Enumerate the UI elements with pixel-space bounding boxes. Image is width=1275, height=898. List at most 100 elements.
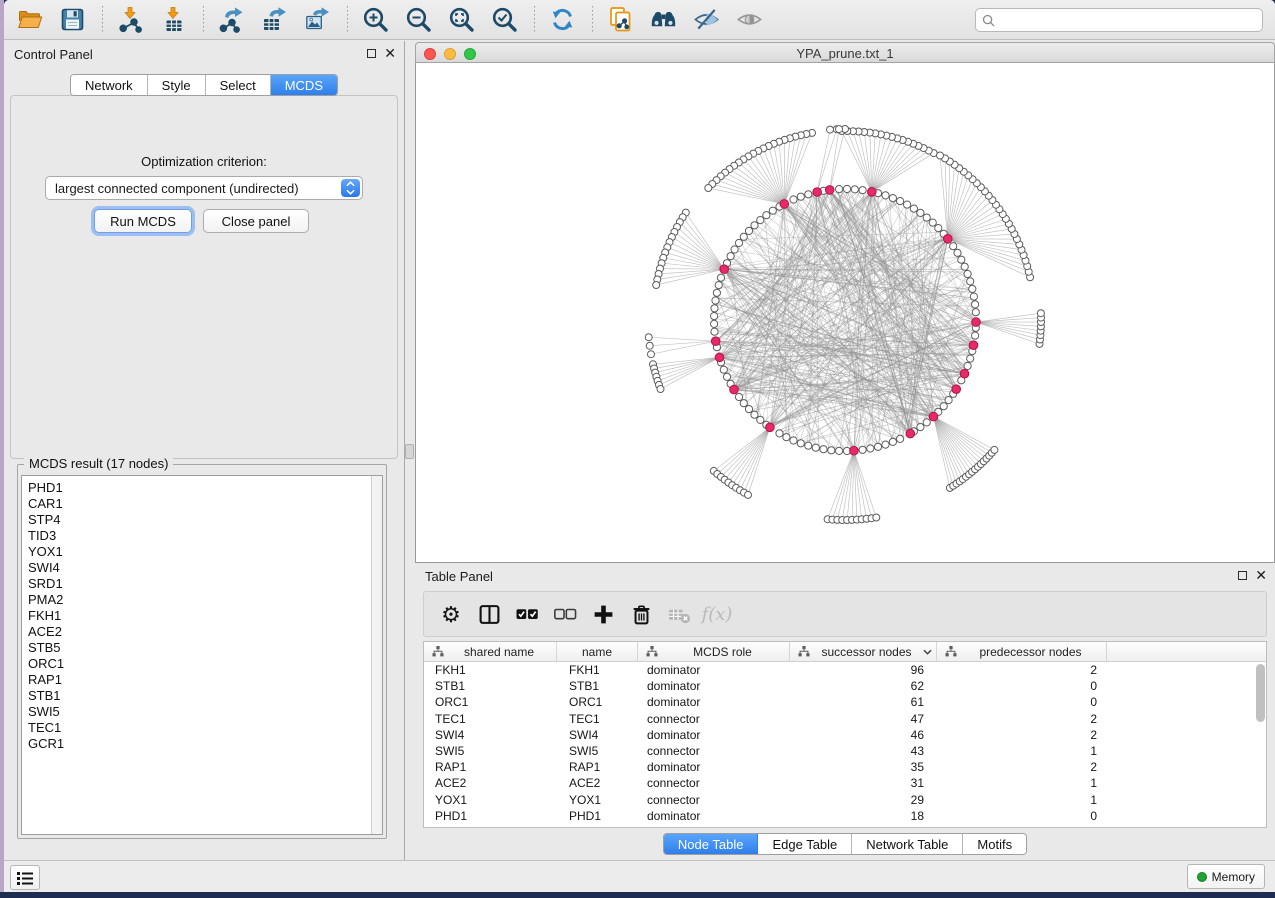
zoom-out-icon (405, 6, 432, 33)
close-panel-button[interactable]: Close panel (203, 209, 309, 233)
table-row[interactable]: FKH1FKH1dominator962 (424, 662, 1266, 678)
first-neighbors-button[interactable] (646, 3, 680, 37)
hide-all-columns-button[interactable] (550, 599, 580, 629)
search-input[interactable] (1000, 13, 1256, 27)
show-all-button[interactable] (732, 3, 766, 37)
column-header-successor-nodes[interactable]: successor nodes (790, 642, 937, 661)
mcds-result-item[interactable]: STP4 (28, 512, 368, 528)
close-panel-icon[interactable]: ✕ (384, 48, 396, 58)
table-row[interactable]: STB1STB1dominator620 (424, 678, 1266, 694)
tab-motifs[interactable]: Motifs (963, 834, 1026, 854)
mcds-result-list[interactable]: PHD1CAR1STP4TID3YOX1SWI4SRD1PMA2FKH1ACE2… (21, 475, 383, 835)
node-table: shared namenameMCDS role successor nodes p… (423, 641, 1267, 828)
save-session-button[interactable] (55, 3, 89, 37)
table-settings-button[interactable]: ⚙ (436, 599, 466, 629)
column-header-MCDS-role[interactable]: MCDS role (638, 642, 790, 661)
float-table-panel-icon[interactable] (1238, 571, 1247, 580)
open-file-button[interactable] (12, 3, 46, 37)
table-cell: 2 (937, 760, 1107, 774)
mcds-result-item[interactable]: TEC1 (28, 720, 368, 736)
splitter-handle-icon[interactable] (405, 444, 414, 459)
optimization-criterion-label: Optimization criterion: (11, 154, 397, 169)
network-canvas[interactable] (415, 63, 1275, 563)
import-table-button[interactable] (156, 3, 190, 37)
mcds-result-item[interactable]: CAR1 (28, 496, 368, 512)
search-box[interactable] (975, 8, 1263, 32)
mcds-result-item[interactable]: SWI4 (28, 560, 368, 576)
table-row[interactable]: YOX1YOX1connector291 (424, 792, 1266, 808)
column-header-name[interactable]: name (557, 642, 638, 661)
tree-icon (794, 646, 812, 657)
column-header-predecessor-nodes[interactable]: predecessor nodes (937, 642, 1107, 661)
network-graph[interactable] (416, 63, 1274, 562)
memory-button[interactable]: Memory (1187, 864, 1265, 889)
zoom-fit-button[interactable] (444, 3, 478, 37)
apply-layout-button[interactable] (545, 3, 579, 37)
export-network-button[interactable] (214, 3, 248, 37)
delete-column-button[interactable] (626, 599, 656, 629)
mcds-result-title: MCDS result (17 nodes) (24, 456, 173, 471)
mcds-result-item[interactable]: TID3 (28, 528, 368, 544)
task-history-button[interactable] (10, 865, 40, 890)
table-row[interactable]: PHD1PHD1dominator180 (424, 808, 1266, 824)
zoom-in-button[interactable] (358, 3, 392, 37)
network-window-title: YPA_prune.txt_1 (416, 46, 1274, 61)
column-header-shared-name[interactable]: shared name (424, 642, 557, 661)
tab-network-table[interactable]: Network Table (852, 834, 963, 854)
eye-icon (736, 6, 763, 33)
mcds-result-item[interactable]: ORC1 (28, 656, 368, 672)
show-all-columns-button[interactable] (512, 599, 542, 629)
tab-node-table[interactable]: Node Table (664, 834, 759, 854)
table-row[interactable]: SWI5SWI5connector431 (424, 743, 1266, 759)
run-mcds-button[interactable]: Run MCDS (94, 209, 192, 233)
mcds-result-group: MCDS result (17 nodes) PHD1CAR1STP4TID3Y… (17, 464, 387, 839)
mcds-result-item[interactable]: SRD1 (28, 576, 368, 592)
float-panel-icon[interactable] (367, 49, 376, 58)
mcds-result-item[interactable]: SWI5 (28, 704, 368, 720)
table-row[interactable]: SWI4SWI4dominator462 (424, 727, 1266, 743)
table-row[interactable]: ACE2ACE2connector311 (424, 775, 1266, 791)
table-cell: YOX1 (557, 793, 638, 807)
mcds-result-item[interactable]: PHD1 (28, 480, 368, 496)
table-cell: PHD1 (557, 809, 638, 823)
table-scrollbar[interactable] (1256, 664, 1265, 824)
zoom-in-icon (362, 6, 389, 33)
gear-icon: ⚙ (441, 603, 461, 626)
table-cell: ACE2 (424, 776, 557, 790)
zoom-out-button[interactable] (401, 3, 435, 37)
clone-network-button[interactable] (603, 3, 637, 37)
vertical-splitter[interactable] (405, 41, 415, 860)
tab-style[interactable]: Style (148, 75, 206, 95)
hide-selected-button[interactable] (689, 3, 723, 37)
table-row[interactable]: TEC1TEC1connector472 (424, 711, 1266, 727)
mcds-result-item[interactable]: STB5 (28, 640, 368, 656)
tab-mcds[interactable]: MCDS (271, 75, 337, 95)
mcds-result-item[interactable]: YOX1 (28, 544, 368, 560)
tab-edge-table[interactable]: Edge Table (758, 834, 852, 854)
close-table-panel-icon[interactable]: ✕ (1255, 570, 1267, 580)
table-row[interactable]: ORC1ORC1dominator610 (424, 694, 1266, 710)
optimization-criterion-value: largest connected component (undirected) (55, 181, 299, 196)
mcds-result-item[interactable]: RAP1 (28, 672, 368, 688)
mcds-result-item[interactable]: FKH1 (28, 608, 368, 624)
mcds-list-scrollbar[interactable] (371, 476, 382, 834)
mcds-result-item[interactable]: PMA2 (28, 592, 368, 608)
scrollbar-thumb[interactable] (1256, 664, 1265, 722)
toggle-column-panel-button[interactable] (474, 599, 504, 629)
table-cell: TEC1 (557, 712, 638, 726)
table-row[interactable]: RAP1RAP1dominator352 (424, 759, 1266, 775)
export-image-button[interactable] (300, 3, 334, 37)
mcds-result-item[interactable]: ACE2 (28, 624, 368, 640)
add-column-button[interactable] (588, 599, 618, 629)
list-icon (16, 870, 34, 886)
column-label: successor nodes (812, 645, 921, 659)
zoom-selected-button[interactable] (487, 3, 521, 37)
tab-select[interactable]: Select (206, 75, 271, 95)
import-network-button[interactable] (113, 3, 147, 37)
table-panel-header: Table Panel ✕ (415, 563, 1275, 589)
optimization-criterion-select[interactable]: largest connected component (undirected) (45, 176, 363, 200)
mcds-result-item[interactable]: STB1 (28, 688, 368, 704)
mcds-result-item[interactable]: GCR1 (28, 736, 368, 752)
export-table-button[interactable] (257, 3, 291, 37)
tab-network[interactable]: Network (71, 75, 148, 95)
